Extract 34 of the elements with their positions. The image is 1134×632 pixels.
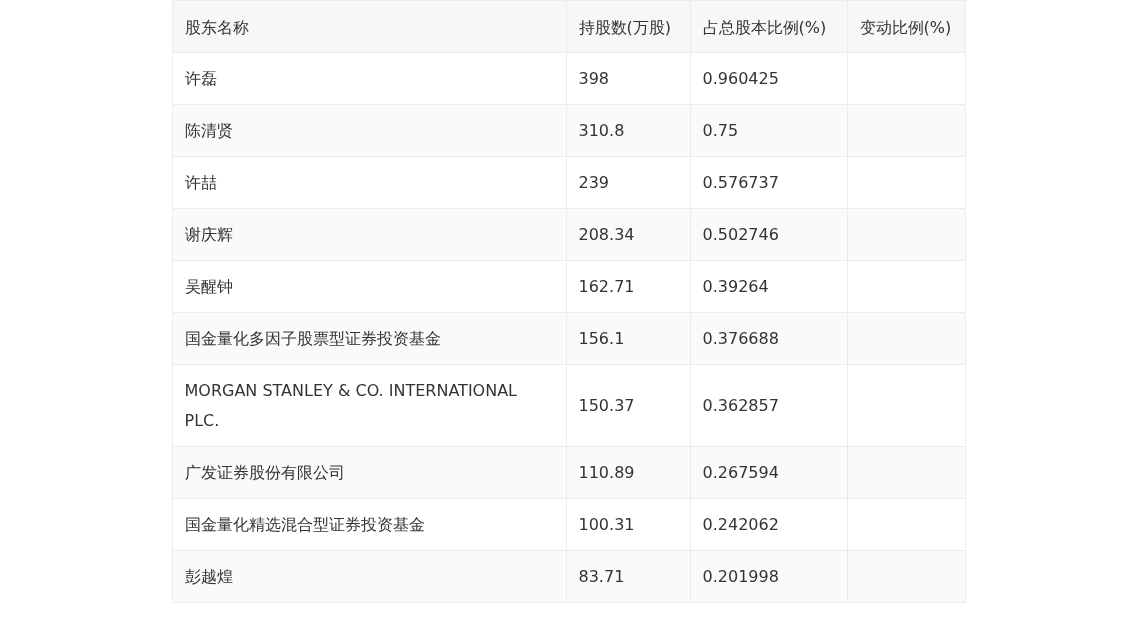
- table-cell: 0.502746: [690, 208, 847, 261]
- table-cell: 310.8: [566, 104, 690, 157]
- table-cell: 110.89: [566, 446, 690, 499]
- table-cell: 彭越煌: [172, 550, 566, 603]
- table-cell: 广发证券股份有限公司: [172, 446, 566, 499]
- table-cell: 谢庆辉: [172, 208, 566, 261]
- table-cell: 0.75: [690, 104, 847, 157]
- table-cell: 0.201998: [690, 550, 847, 603]
- table-cell: MORGAN STANLEY & CO. INTERNATIONAL PLC.: [172, 364, 566, 447]
- table-cell: 0.960425: [690, 52, 847, 105]
- column-header: 持股数(万股): [566, 0, 690, 53]
- table-cell: 100.31: [566, 498, 690, 551]
- table-cell: 国金量化精选混合型证券投资基金: [172, 498, 566, 551]
- table-cell: 国金量化多因子股票型证券投资基金: [172, 312, 566, 365]
- table-cell: 陈清贤: [172, 104, 566, 157]
- table-cell: 156.1: [566, 312, 690, 365]
- column-header: 变动比例(%): [847, 0, 965, 53]
- table-cell: 0.362857: [690, 364, 847, 447]
- table-cell: 398: [566, 52, 690, 105]
- column-header: 占总股本比例(%): [690, 0, 847, 53]
- table-cell: 0.39264: [690, 260, 847, 313]
- table-cell: 0.267594: [690, 446, 847, 499]
- table-cell: 150.37: [566, 364, 690, 447]
- table-cell: 208.34: [566, 208, 690, 261]
- table-cell: 0.376688: [690, 312, 847, 365]
- table-cell: 83.71: [566, 550, 690, 603]
- table-cell: 0.242062: [690, 498, 847, 551]
- table-cell: 0.576737: [690, 156, 847, 209]
- table-cell: 吴醒钟: [172, 260, 566, 313]
- table-cell: 239: [566, 156, 690, 209]
- table-cell: 许喆: [172, 156, 566, 209]
- table-cell: 许磊: [172, 52, 566, 105]
- table-cell: 162.71: [566, 260, 690, 313]
- column-header: 股东名称: [172, 0, 566, 53]
